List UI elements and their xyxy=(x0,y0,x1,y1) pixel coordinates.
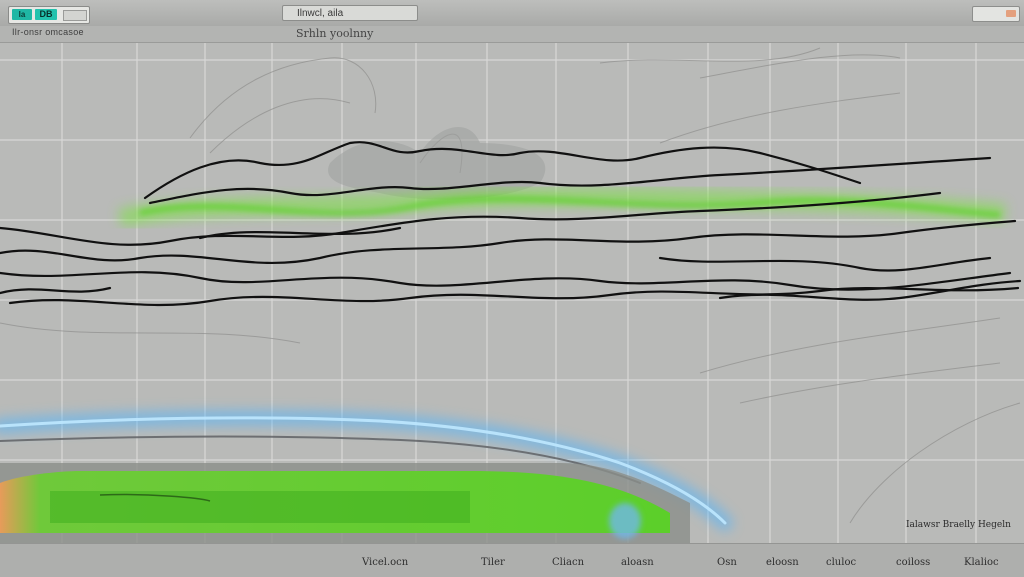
chart-header-bar: Ilr-onsr omcasoe Srhln yoolnny xyxy=(0,26,1024,43)
close-icon[interactable] xyxy=(1006,10,1016,17)
app-badge[interactable]: Ia DB xyxy=(8,6,90,24)
app-badge-field xyxy=(63,10,87,21)
x-tick-label: aloasn xyxy=(621,557,654,568)
x-tick-label: Klalioc xyxy=(964,557,999,568)
x-tick-label: Vicel.ocn xyxy=(362,557,409,568)
x-tick-label: eloosn xyxy=(766,557,799,568)
x-tick-label: Cliacn xyxy=(552,557,585,568)
x-tick-label: coiloss xyxy=(896,557,931,568)
window-title-field[interactable]: Ilnwcl, aila xyxy=(282,5,418,21)
app-badge-icon: Ia xyxy=(12,9,32,20)
chart-title: Srhln yoolnny xyxy=(296,27,374,40)
window-controls[interactable] xyxy=(972,6,1020,22)
window-titlebar: Ia DB Ilnwcl, aila xyxy=(0,0,1024,27)
app-badge-label: DB xyxy=(35,9,57,20)
plot-area xyxy=(0,43,1024,543)
chart-subtitle: Ilr-onsr omcasoe xyxy=(12,27,84,37)
x-tick-label: Osn xyxy=(717,557,737,568)
x-tick-label: Tiler xyxy=(481,557,505,568)
green-bar-region xyxy=(0,463,690,543)
chart-legend: Ialawsr Braelly Hegeln xyxy=(906,520,1011,530)
faint-sketch-lines xyxy=(0,47,1021,524)
x-axis-footer: Vicel.ocn Tiler Cliacn aloasn Osn eloosn… xyxy=(0,543,1024,577)
line-chart xyxy=(0,43,1024,543)
x-tick-label: cluloc xyxy=(826,557,857,568)
